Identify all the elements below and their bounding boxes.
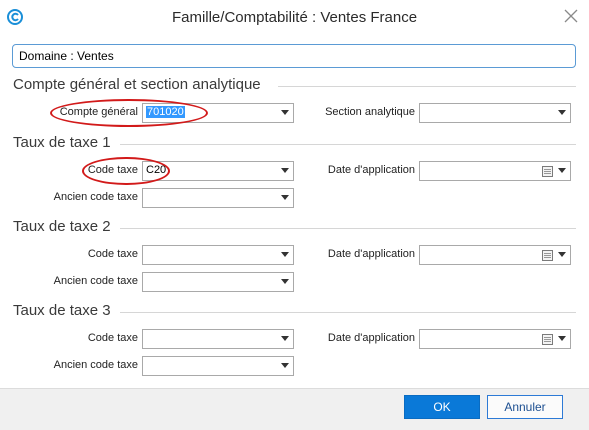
compte-general-dropdown[interactable]: 701020 [142,103,294,123]
chevron-down-icon[interactable] [281,168,289,174]
chevron-down-icon[interactable] [281,336,289,342]
taxe1-ancien-dropdown[interactable] [142,188,294,208]
taxe3-code-label: Code taxe [87,332,138,344]
domain-field[interactable]: Domaine : Ventes [12,44,576,68]
taxe2-code-label: Code taxe [87,248,138,260]
taxe3-date-picker[interactable] [419,329,571,349]
section-divider [120,144,576,145]
taxe2-code-dropdown[interactable] [142,245,294,265]
section-title-taxe1: Taux de taxe 1 [13,134,111,151]
taxe2-ancien-label: Ancien code taxe [53,275,138,287]
calendar-icon[interactable] [542,334,553,345]
taxe3-code-dropdown[interactable] [142,329,294,349]
taxe1-code-label: Code taxe [87,164,138,176]
taxe2-date-label: Date d'application [327,248,415,260]
chevron-down-icon[interactable] [558,168,566,174]
section-divider [120,228,576,229]
taxe1-date-picker[interactable] [419,161,571,181]
window-title: Famille/Comptabilité : Ventes France [171,9,418,26]
section-analytique-dropdown[interactable] [419,103,571,123]
chevron-down-icon[interactable] [281,195,289,201]
chevron-down-icon[interactable] [558,110,566,116]
chevron-down-icon[interactable] [281,110,289,116]
taxe2-date-picker[interactable] [419,245,571,265]
section-title-taxe3: Taux de taxe 3 [13,302,111,319]
chevron-down-icon[interactable] [281,252,289,258]
domain-value: Domaine : Ventes [19,49,114,63]
calendar-icon[interactable] [542,250,553,261]
close-icon[interactable] [561,6,581,26]
taxe3-date-label: Date d'application [327,332,415,344]
taxe3-ancien-label: Ancien code taxe [53,359,138,371]
title-bar: Famille/Comptabilité : Ventes France [0,0,589,36]
taxe1-ancien-label: Ancien code taxe [53,191,138,203]
taxe1-code-value: C20 [146,164,167,176]
calendar-icon[interactable] [542,166,553,177]
taxe1-code-dropdown[interactable]: C20 [142,161,294,181]
taxe3-ancien-dropdown[interactable] [142,356,294,376]
ok-button[interactable]: OK [404,395,480,419]
cancel-button[interactable]: Annuler [487,395,563,419]
taxe1-date-label: Date d'application [327,164,415,176]
chevron-down-icon[interactable] [281,279,289,285]
section-analytique-label: Section analytique [325,106,415,118]
taxe2-ancien-dropdown[interactable] [142,272,294,292]
compte-general-value: 701020 [146,106,185,118]
chevron-down-icon[interactable] [558,336,566,342]
section-title-compte: Compte général et section analytique [13,76,261,93]
section-divider [278,86,576,87]
compte-general-label: Compte général [59,106,138,118]
chevron-down-icon[interactable] [281,363,289,369]
section-divider [120,312,576,313]
section-title-taxe2: Taux de taxe 2 [13,218,111,235]
chevron-down-icon[interactable] [558,252,566,258]
